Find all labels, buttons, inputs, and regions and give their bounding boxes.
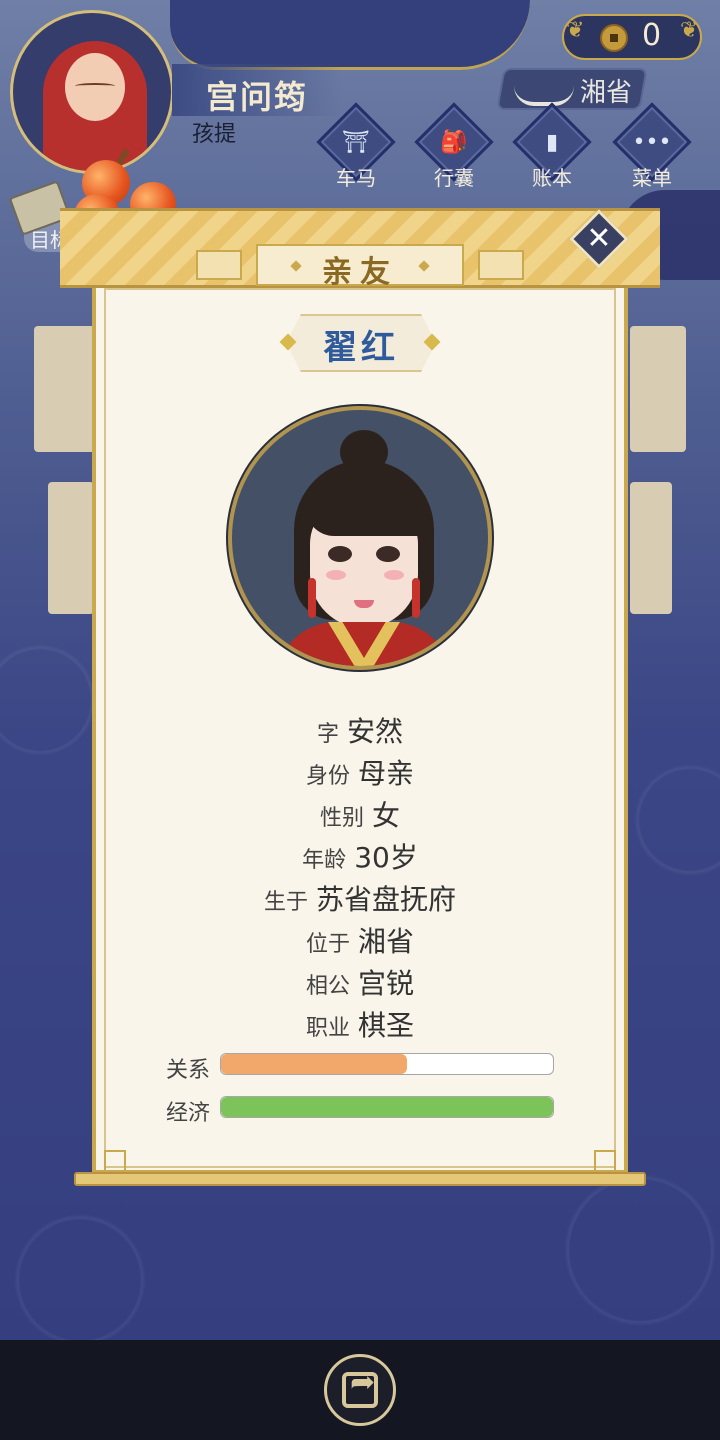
info-value: 棋圣 [358, 1009, 415, 1042]
more-icon: ••• [632, 130, 672, 155]
portrait-blush [384, 570, 404, 580]
menu-label: 菜单 [632, 166, 672, 190]
side-card-left [34, 326, 96, 452]
menu-label: 车马 [336, 166, 376, 190]
player-name: 宫问筠 [206, 78, 309, 116]
economy-bar-fill [221, 1097, 553, 1117]
dialog-title: 亲友 [322, 255, 398, 290]
info-key: 生于 [263, 890, 308, 915]
info-key: 职业 [305, 1016, 350, 1041]
info-value: 女 [372, 799, 401, 832]
economy-bar [220, 1096, 554, 1118]
info-key: 相公 [305, 974, 350, 999]
info-occupation: 职业 棋圣 [110, 1004, 610, 1044]
header-ornament [196, 250, 242, 280]
share-arrow-icon: ➦ [350, 1365, 376, 1400]
bag-icon: 🎒 [440, 130, 468, 155]
info-birthplace: 生于 苏省盘抚府 [110, 878, 610, 918]
carriage-icon: ⛩ [342, 130, 370, 155]
corner-ornament [594, 1150, 616, 1172]
info-identity: 身份 母亲 [110, 752, 610, 792]
bamboo-left-icon: ❦ [566, 18, 585, 43]
info-age: 年龄 30岁 [110, 836, 610, 876]
info-value: 安然 [347, 715, 404, 748]
info-value: 30岁 [354, 841, 418, 874]
top-cloud-decoration [170, 0, 530, 70]
menu-carriage-button[interactable]: ⛩ 车马 [316, 102, 396, 190]
relationship-bar-label: 关系 [166, 1058, 211, 1083]
portrait-bangs [306, 480, 422, 536]
info-gender: 性别女 [110, 794, 610, 834]
info-key: 性别 [319, 806, 364, 831]
portrait-earring [308, 578, 316, 618]
info-key: 身份 [305, 764, 350, 789]
info-value: 母亲 [358, 757, 415, 790]
menu-more-button[interactable]: ••• 菜单 [612, 102, 692, 190]
bamboo-right-icon: ❦ [680, 18, 699, 43]
side-card-right [630, 326, 686, 452]
info-spouse: 相公 宫锐 [110, 962, 610, 1002]
info-location: 位于 湘省 [110, 920, 610, 960]
portrait-earring [412, 578, 420, 618]
relative-name: 翟红 [323, 328, 399, 368]
info-courtesy-name: 字安然 [110, 710, 610, 750]
relationship-bar [220, 1053, 554, 1075]
header-ornament [478, 250, 524, 280]
ledger-icon: ▮ [545, 130, 559, 155]
location-label: 湘省 [580, 78, 633, 108]
info-key: 位于 [305, 932, 350, 957]
info-key: 年龄 [302, 848, 347, 873]
portrait-eye [328, 546, 352, 562]
iron-icon [514, 78, 574, 106]
portrait-bun [340, 430, 388, 474]
info-key: 字 [316, 722, 339, 747]
avatar-eyes [75, 83, 115, 89]
relative-portrait [228, 406, 492, 670]
info-value: 湘省 [358, 925, 415, 958]
menu-bag-button[interactable]: 🎒 行囊 [414, 102, 494, 190]
side-card-left [48, 482, 94, 614]
portrait-blush [326, 570, 346, 580]
coin-icon [600, 24, 628, 52]
dialog-footer-rail [74, 1172, 646, 1186]
economy-bar-label: 经济 [166, 1101, 211, 1126]
corner-ornament [104, 1150, 126, 1172]
relationship-bar-fill [221, 1054, 407, 1074]
menu-label: 行囊 [434, 166, 474, 190]
player-avatar[interactable] [10, 10, 174, 174]
close-icon[interactable]: ✕ [578, 220, 620, 262]
info-value: 苏省盘抚府 [316, 883, 457, 916]
coin-count: 0 [642, 18, 662, 53]
player-life-stage: 孩提 [192, 122, 237, 147]
menu-label: 账本 [532, 166, 572, 190]
side-card-right [630, 482, 672, 614]
menu-ledger-button[interactable]: ▮ 账本 [512, 102, 592, 190]
portrait-eye [376, 546, 400, 562]
info-value: 宫锐 [358, 967, 415, 1000]
